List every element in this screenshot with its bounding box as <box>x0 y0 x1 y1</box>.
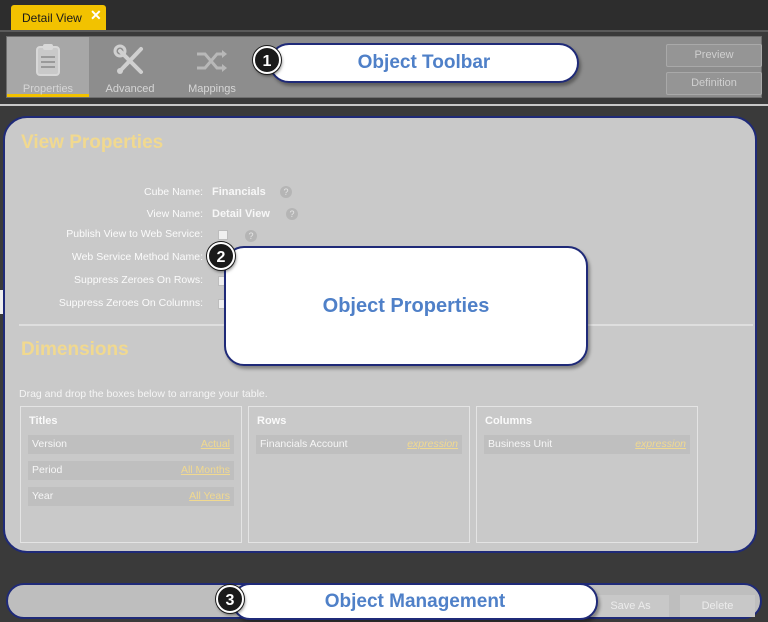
dimension-item[interactable]: Financials Account expression <box>256 435 462 454</box>
dimension-name: Version <box>32 438 68 450</box>
advanced-label: Advanced <box>105 83 155 95</box>
titles-box[interactable]: Titles Version Actual Period All Months … <box>20 406 242 543</box>
tab-strip <box>0 0 768 30</box>
dimension-value-link[interactable]: All Years <box>189 490 230 502</box>
mappings-button[interactable]: Mappings <box>171 37 253 97</box>
dimension-name: Period <box>32 464 63 476</box>
dimensions-title: Dimensions <box>21 339 129 360</box>
dimension-item[interactable]: Version Actual <box>28 435 234 454</box>
dimension-item[interactable]: Business Unit expression <box>484 435 690 454</box>
suppress-zeroes-columns-label: Suppress Zeroes On Columns: <box>58 297 203 309</box>
toolbar-separator <box>0 104 768 106</box>
preview-button[interactable]: Preview <box>666 44 762 67</box>
save-as-button[interactable]: Save As <box>592 595 669 617</box>
tab-detail-view[interactable]: Detail View ✕ <box>11 5 106 30</box>
dimension-name: Financials Account <box>260 438 348 450</box>
callout-number-badge: 1 <box>253 46 281 74</box>
advanced-button[interactable]: Advanced <box>89 37 171 97</box>
dimension-name: Business Unit <box>488 438 553 450</box>
dimension-item[interactable]: Period All Months <box>28 461 234 480</box>
dimension-value-link[interactable]: Actual <box>201 438 230 450</box>
titles-header: Titles <box>29 415 58 427</box>
dimension-value-link[interactable]: expression <box>407 438 458 450</box>
columns-box[interactable]: Columns Business Unit expression <box>476 406 698 543</box>
mappings-label: Mappings <box>188 83 236 95</box>
properties-label: Properties <box>22 83 74 95</box>
web-service-method-label: Web Service Method Name: <box>71 251 203 263</box>
suppress-zeroes-rows-label: Suppress Zeroes On Rows: <box>74 274 203 286</box>
tab-label: Detail View <box>22 11 82 25</box>
close-icon[interactable]: ✕ <box>90 7 102 24</box>
drag-hint: Drag and drop the boxes below to arrange… <box>19 388 268 400</box>
delete-button[interactable]: Delete <box>680 595 755 617</box>
callout-number-badge: 3 <box>216 585 244 613</box>
help-icon[interactable]: ? <box>286 208 298 220</box>
columns-header: Columns <box>485 415 533 427</box>
properties-button[interactable]: Properties <box>7 37 89 97</box>
rows-header: Rows <box>257 415 287 427</box>
callout-number-badge: 2 <box>207 242 235 270</box>
help-icon[interactable]: ? <box>280 186 292 198</box>
view-name-value: Detail View <box>212 208 270 220</box>
dimension-name: Year <box>32 490 54 502</box>
rows-box[interactable]: Rows Financials Account expression <box>248 406 470 543</box>
shuffle-icon <box>197 50 227 72</box>
help-icon[interactable]: ? <box>245 230 257 242</box>
cube-name-label: Cube Name: <box>144 186 203 198</box>
dimension-item[interactable]: Year All Years <box>28 487 234 506</box>
view-properties-title: View Properties <box>21 132 164 153</box>
properties-icon <box>36 44 60 76</box>
callout-object-properties: Object Properties <box>224 246 588 366</box>
dimension-value-link[interactable]: expression <box>635 438 686 450</box>
dimension-value-link[interactable]: All Months <box>181 464 230 476</box>
tab-divider <box>0 30 768 32</box>
callout-object-management: Object Management <box>232 583 598 620</box>
callout-object-toolbar: Object Toolbar <box>269 43 579 83</box>
publish-web-service-checkbox[interactable] <box>218 230 228 240</box>
definition-button[interactable]: Definition <box>666 72 762 95</box>
publish-web-service-label: Publish View to Web Service: <box>66 228 203 240</box>
wrench-screwdriver-icon <box>113 44 143 74</box>
cube-name-value: Financials <box>212 186 266 198</box>
view-name-label: View Name: <box>146 208 203 220</box>
